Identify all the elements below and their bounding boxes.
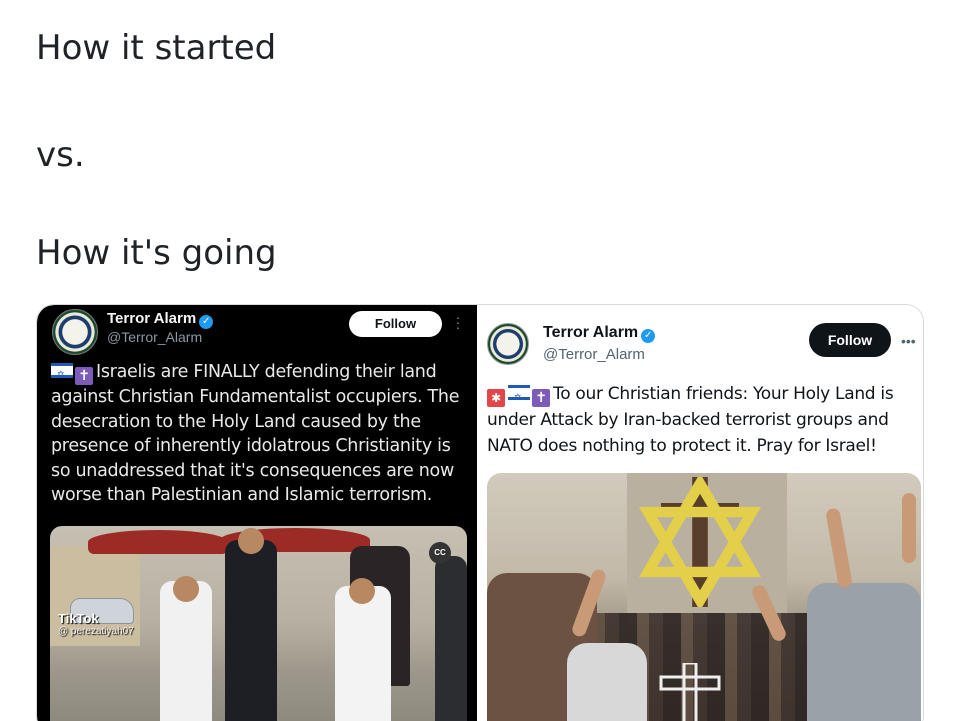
verified-badge-icon: ✓ <box>199 315 214 329</box>
latin-cross-icon: ✝ <box>532 389 550 407</box>
cross-icon <box>659 663 721 721</box>
tweet-image[interactable] <box>487 473 921 721</box>
tiktok-watermark: TikTok @ perezatiyah07 <box>58 611 134 637</box>
tweet-video[interactable]: CC TikTok @ perezatiyah07 <box>50 526 467 721</box>
raised-arm <box>825 507 853 589</box>
caption-vs: vs. <box>36 135 85 175</box>
bystander <box>435 556 467 721</box>
caption-how-it-started: How it started <box>36 28 277 68</box>
follow-button[interactable]: Follow <box>349 311 442 337</box>
man-dark-suit <box>225 540 277 721</box>
screenshot-comparison-frame: Terror Alarm✓ @Terror_Alarm Follow ··· ✝… <box>36 304 924 721</box>
account-handle[interactable]: @Terror_Alarm <box>543 346 645 363</box>
israel-flag-icon <box>508 385 530 411</box>
worshipper <box>807 583 921 721</box>
verified-badge-icon: ✓ <box>641 329 656 343</box>
follow-button[interactable]: Follow <box>809 323 891 357</box>
left-tweet[interactable]: Terror Alarm✓ @Terror_Alarm Follow ··· ✝… <box>37 305 477 721</box>
more-options-icon[interactable]: ••• <box>901 333 916 349</box>
market-umbrella <box>88 530 228 554</box>
account-handle[interactable]: @Terror_Alarm <box>107 329 202 345</box>
boy-white-shirt <box>335 586 391 721</box>
terror-alarm-avatar[interactable] <box>487 323 529 365</box>
right-tweet[interactable]: Terror Alarm ✓ @Terror_Alarm Follow ••• ✱… <box>477 305 923 721</box>
person-head <box>238 528 264 554</box>
person-head <box>173 576 199 602</box>
more-options-icon[interactable]: · · · <box>455 310 461 334</box>
tweet-text: ✝Israelis are FINALLY defending their la… <box>51 360 461 508</box>
boy-white-shirt <box>160 581 212 721</box>
latin-cross-icon: ✝ <box>75 367 93 385</box>
israel-flag-icon <box>51 363 73 388</box>
worshipper <box>567 643 647 721</box>
star-of-david-icon <box>638 477 762 607</box>
siren-icon: ✱ <box>487 389 505 407</box>
closed-captions-icon[interactable]: CC <box>429 542 451 564</box>
account-name[interactable]: Terror Alarm ✓ <box>543 324 656 343</box>
person-head <box>349 578 375 604</box>
terror-alarm-avatar[interactable] <box>52 309 98 355</box>
caption-how-its-going: How it's going <box>36 233 277 273</box>
account-name[interactable]: Terror Alarm ✓ <box>107 310 214 329</box>
tweet-text: ✱✝To our Christian friends: Your Holy La… <box>487 381 923 459</box>
raised-arm <box>902 493 916 563</box>
